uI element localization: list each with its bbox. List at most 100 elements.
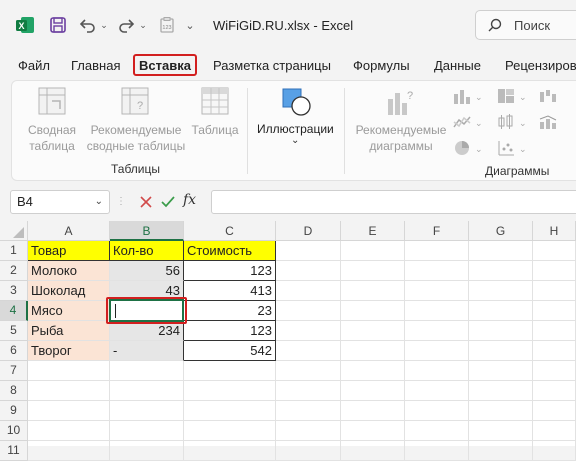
pie-chart-icon[interactable]	[453, 140, 471, 159]
cell-c1[interactable]: Стоимость	[184, 241, 276, 261]
select-all-button[interactable]	[0, 221, 28, 241]
empty-cell[interactable]	[469, 261, 533, 281]
empty-cell[interactable]	[110, 421, 184, 441]
empty-cell[interactable]	[341, 301, 405, 321]
row-header-9[interactable]: 9	[0, 401, 28, 421]
customize-toolbar-icon[interactable]: ⌄	[182, 15, 198, 35]
column-header-c[interactable]: C	[184, 221, 276, 241]
tab-file[interactable]: Файл	[18, 58, 50, 73]
empty-cell[interactable]	[276, 261, 341, 281]
empty-cell[interactable]	[341, 241, 405, 261]
tab-page-layout[interactable]: Разметка страницы	[213, 58, 331, 73]
empty-cell[interactable]	[469, 421, 533, 441]
statistic-chart-icon[interactable]	[497, 114, 515, 133]
empty-cell[interactable]	[533, 241, 576, 261]
empty-cell[interactable]	[28, 441, 110, 461]
empty-cell[interactable]	[469, 281, 533, 301]
row-header-4[interactable]: 4	[0, 301, 28, 321]
empty-cell[interactable]	[276, 361, 341, 381]
empty-cell[interactable]	[405, 341, 469, 361]
cell-c3[interactable]: 413	[184, 281, 276, 301]
cell-c6[interactable]: 542	[184, 341, 276, 361]
row-header-1[interactable]: 1	[0, 241, 28, 261]
empty-cell[interactable]	[405, 361, 469, 381]
empty-cell[interactable]	[276, 341, 341, 361]
cell-a5[interactable]: Рыба	[28, 321, 110, 341]
name-box-dropdown-icon[interactable]: ⌄	[95, 191, 103, 213]
column-header-a[interactable]: A	[28, 221, 110, 241]
pivot-table-button[interactable]: Сводная таблица	[22, 122, 82, 154]
empty-cell[interactable]	[405, 281, 469, 301]
empty-cell[interactable]	[28, 381, 110, 401]
cell-c4[interactable]: 23	[184, 301, 276, 321]
hierarchy-chart-dropdown-icon[interactable]: ⌄	[519, 92, 527, 103]
empty-cell[interactable]	[110, 361, 184, 381]
formula-input[interactable]	[211, 190, 576, 214]
enter-icon[interactable]	[158, 190, 178, 214]
empty-cell[interactable]	[184, 441, 276, 461]
column-header-h[interactable]: H	[533, 221, 576, 241]
line-chart-dropdown-icon[interactable]: ⌄	[475, 118, 483, 129]
cell-a2[interactable]: Молоко	[28, 261, 110, 281]
table-button[interactable]: Таблица	[189, 122, 241, 138]
statistic-chart-dropdown-icon[interactable]: ⌄	[519, 118, 527, 129]
empty-cell[interactable]	[469, 401, 533, 421]
empty-cell[interactable]	[341, 381, 405, 401]
recommended-pivot-button[interactable]: Рекомендуемые сводные таблицы	[86, 122, 186, 154]
scatter-chart-icon[interactable]	[497, 140, 515, 159]
empty-cell[interactable]	[469, 241, 533, 261]
recommended-charts-button[interactable]: Рекомендуемые диаграммы	[351, 122, 451, 154]
empty-cell[interactable]	[533, 381, 576, 401]
row-header-6[interactable]: 6	[0, 341, 28, 361]
empty-cell[interactable]	[405, 381, 469, 401]
empty-cell[interactable]	[533, 421, 576, 441]
empty-cell[interactable]	[469, 361, 533, 381]
undo-icon[interactable]	[78, 15, 98, 35]
empty-cell[interactable]	[184, 421, 276, 441]
cell-b1[interactable]: Кол-во	[110, 241, 184, 261]
undo-dropdown-icon[interactable]: ⌄	[99, 15, 109, 35]
empty-cell[interactable]	[341, 441, 405, 461]
empty-cell[interactable]	[110, 441, 184, 461]
empty-cell[interactable]	[533, 361, 576, 381]
empty-cell[interactable]	[533, 261, 576, 281]
row-header-3[interactable]: 3	[0, 281, 28, 301]
empty-cell[interactable]	[533, 401, 576, 421]
empty-cell[interactable]	[341, 281, 405, 301]
empty-cell[interactable]	[341, 261, 405, 281]
column-header-g[interactable]: G	[469, 221, 533, 241]
formula-bar-grip-icon[interactable]: ⋮	[116, 196, 126, 207]
empty-cell[interactable]	[276, 401, 341, 421]
redo-dropdown-icon[interactable]: ⌄	[138, 15, 148, 35]
cell-c2[interactable]: 123	[184, 261, 276, 281]
empty-cell[interactable]	[184, 401, 276, 421]
illustrations-button[interactable]: Иллюстрации	[257, 122, 334, 136]
column-chart-dropdown-icon[interactable]: ⌄	[475, 92, 483, 103]
empty-cell[interactable]	[276, 441, 341, 461]
cell-c5[interactable]: 123	[184, 321, 276, 341]
empty-cell[interactable]	[28, 421, 110, 441]
empty-cell[interactable]	[533, 301, 576, 321]
column-header-e[interactable]: E	[341, 221, 405, 241]
row-header-10[interactable]: 10	[0, 421, 28, 441]
empty-cell[interactable]	[469, 321, 533, 341]
cell-b6[interactable]: -	[110, 341, 184, 361]
empty-cell[interactable]	[276, 281, 341, 301]
tab-insert[interactable]: Вставка	[133, 54, 197, 76]
empty-cell[interactable]	[276, 421, 341, 441]
column-header-f[interactable]: F	[405, 221, 469, 241]
row-header-5[interactable]: 5	[0, 321, 28, 341]
tab-home[interactable]: Главная	[71, 58, 120, 73]
cell-a1[interactable]: Товар	[28, 241, 110, 261]
pie-chart-dropdown-icon[interactable]: ⌄	[475, 144, 483, 155]
row-header-2[interactable]: 2	[0, 261, 28, 281]
tab-data[interactable]: Данные	[434, 58, 481, 73]
empty-cell[interactable]	[341, 401, 405, 421]
empty-cell[interactable]	[533, 321, 576, 341]
paste-icon[interactable]: 123	[156, 15, 178, 35]
hierarchy-chart-icon[interactable]	[497, 88, 515, 107]
cell-a3[interactable]: Шоколад	[28, 281, 110, 301]
empty-cell[interactable]	[405, 421, 469, 441]
empty-cell[interactable]	[405, 241, 469, 261]
empty-cell[interactable]	[405, 301, 469, 321]
